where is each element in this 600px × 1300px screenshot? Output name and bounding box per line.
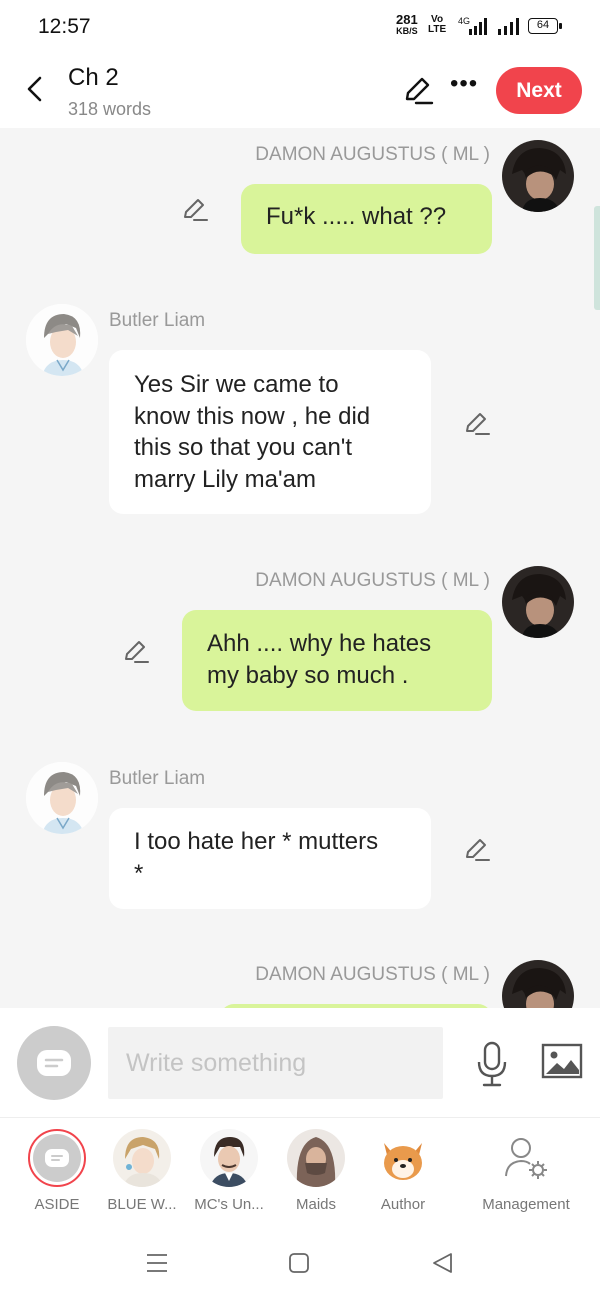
signal-4g-icon: 4G (458, 16, 487, 35)
chat-area[interactable]: DAMON AUGUSTUS ( ML ) Fu*k ..... what ??… (0, 128, 600, 1008)
avatar-butler-liam[interactable] (26, 304, 98, 376)
message-bubble[interactable]: Fu*k ..... what ?? (241, 184, 492, 254)
aside-bubble-icon (37, 1050, 71, 1076)
image-upload-icon[interactable] (541, 1042, 583, 1080)
aside-bubble-icon (45, 1149, 69, 1167)
edit-message-icon[interactable] (463, 410, 491, 438)
avatar-author (374, 1129, 432, 1187)
status-bar: 12:57 281 KB/S Vo LTE 4G 64 (0, 0, 600, 52)
status-time: 12:57 (38, 15, 91, 38)
message-bubble[interactable]: I too hate her * mutters * (109, 808, 431, 909)
back-arrow-icon[interactable] (22, 74, 48, 104)
menu-nav-icon[interactable] (145, 1252, 169, 1274)
speaker-name: DAMON AUGUSTUS ( ML ) (255, 570, 490, 591)
avatar-damon[interactable] (502, 566, 574, 638)
scroll-handle[interactable] (594, 206, 600, 310)
character-author[interactable]: Author (358, 1129, 448, 1213)
character-label: Author (380, 1196, 426, 1213)
message-line: Yes Sir we came to (134, 371, 339, 398)
message-line: this so that you can't (134, 434, 353, 461)
word-count: 318 words (68, 99, 152, 119)
next-button[interactable]: Next (496, 67, 582, 114)
aside-avatar (28, 1129, 86, 1187)
speaker-name: DAMON AUGUSTUS ( ML ) (255, 964, 490, 985)
more-options-icon[interactable]: ••• (450, 72, 478, 96)
edit-chapter-icon[interactable] (402, 76, 434, 106)
volte-indicator: Vo LTE (428, 15, 446, 35)
message-line: my baby so much . (207, 662, 409, 689)
network-type: 4G (458, 16, 470, 26)
character-maids[interactable]: Maids (271, 1129, 361, 1213)
speaker-name: DAMON AUGUSTUS ( ML ) (255, 144, 490, 165)
message-bubble[interactable]: Ahh .... why he hates my baby so much . (182, 610, 492, 711)
home-nav-icon[interactable] (288, 1252, 310, 1274)
message-bubble[interactable]: Yes Sir we came to know this now , he di… (109, 350, 431, 514)
chapter-header: Ch 2 318 words ••• Next (0, 52, 600, 128)
message-input[interactable] (108, 1027, 443, 1099)
message-line: Ahh .... why he hates (207, 630, 432, 657)
network-speed: 281 KB/S (396, 12, 418, 36)
message-line: know this now , he did (134, 402, 371, 430)
battery-icon: 64 (528, 18, 562, 34)
signal-icon (498, 18, 519, 35)
input-bar (0, 1008, 600, 1118)
character-aside[interactable]: ASIDE (12, 1129, 102, 1213)
character-label: BLUE W... (107, 1196, 177, 1213)
avatar-damon[interactable] (502, 960, 574, 1008)
character-label: Management (482, 1196, 570, 1213)
character-bar: ASIDE BLUE W... MC's Un... Maids Author … (0, 1119, 600, 1229)
avatar-damon[interactable] (502, 140, 574, 212)
character-label: MC's Un... (194, 1196, 264, 1213)
avatar-blue-w (113, 1129, 171, 1187)
volte-bottom: LTE (428, 24, 447, 35)
system-nav-bar (0, 1230, 600, 1300)
character-blue-w[interactable]: BLUE W... (97, 1129, 187, 1213)
message-line: I too hate her * mutters (134, 828, 379, 855)
back-nav-icon[interactable] (430, 1252, 454, 1274)
edit-message-icon[interactable] (181, 196, 209, 224)
management-icon (497, 1129, 555, 1187)
avatar-maids (287, 1129, 345, 1187)
character-mcs-uncle[interactable]: MC's Un... (184, 1129, 274, 1213)
character-management[interactable]: Management (478, 1129, 574, 1213)
speaker-name: Butler Liam (109, 768, 206, 789)
avatar-mcs-uncle (200, 1129, 258, 1187)
network-speed-unit: KB/S (396, 26, 418, 36)
speaker-name: Butler Liam (109, 310, 206, 331)
message-line: marry Lily ma'am (134, 465, 316, 493)
message-line: * (134, 859, 144, 887)
aside-toggle-button[interactable] (17, 1026, 91, 1100)
avatar-butler-liam[interactable] (26, 762, 98, 834)
microphone-icon[interactable] (474, 1040, 510, 1088)
character-label: ASIDE (34, 1196, 80, 1213)
character-label: Maids (295, 1196, 336, 1213)
chapter-title: Ch 2 (68, 64, 119, 91)
network-speed-value: 281 (396, 12, 418, 27)
edit-message-icon[interactable] (122, 638, 150, 666)
edit-message-icon[interactable] (463, 836, 491, 864)
